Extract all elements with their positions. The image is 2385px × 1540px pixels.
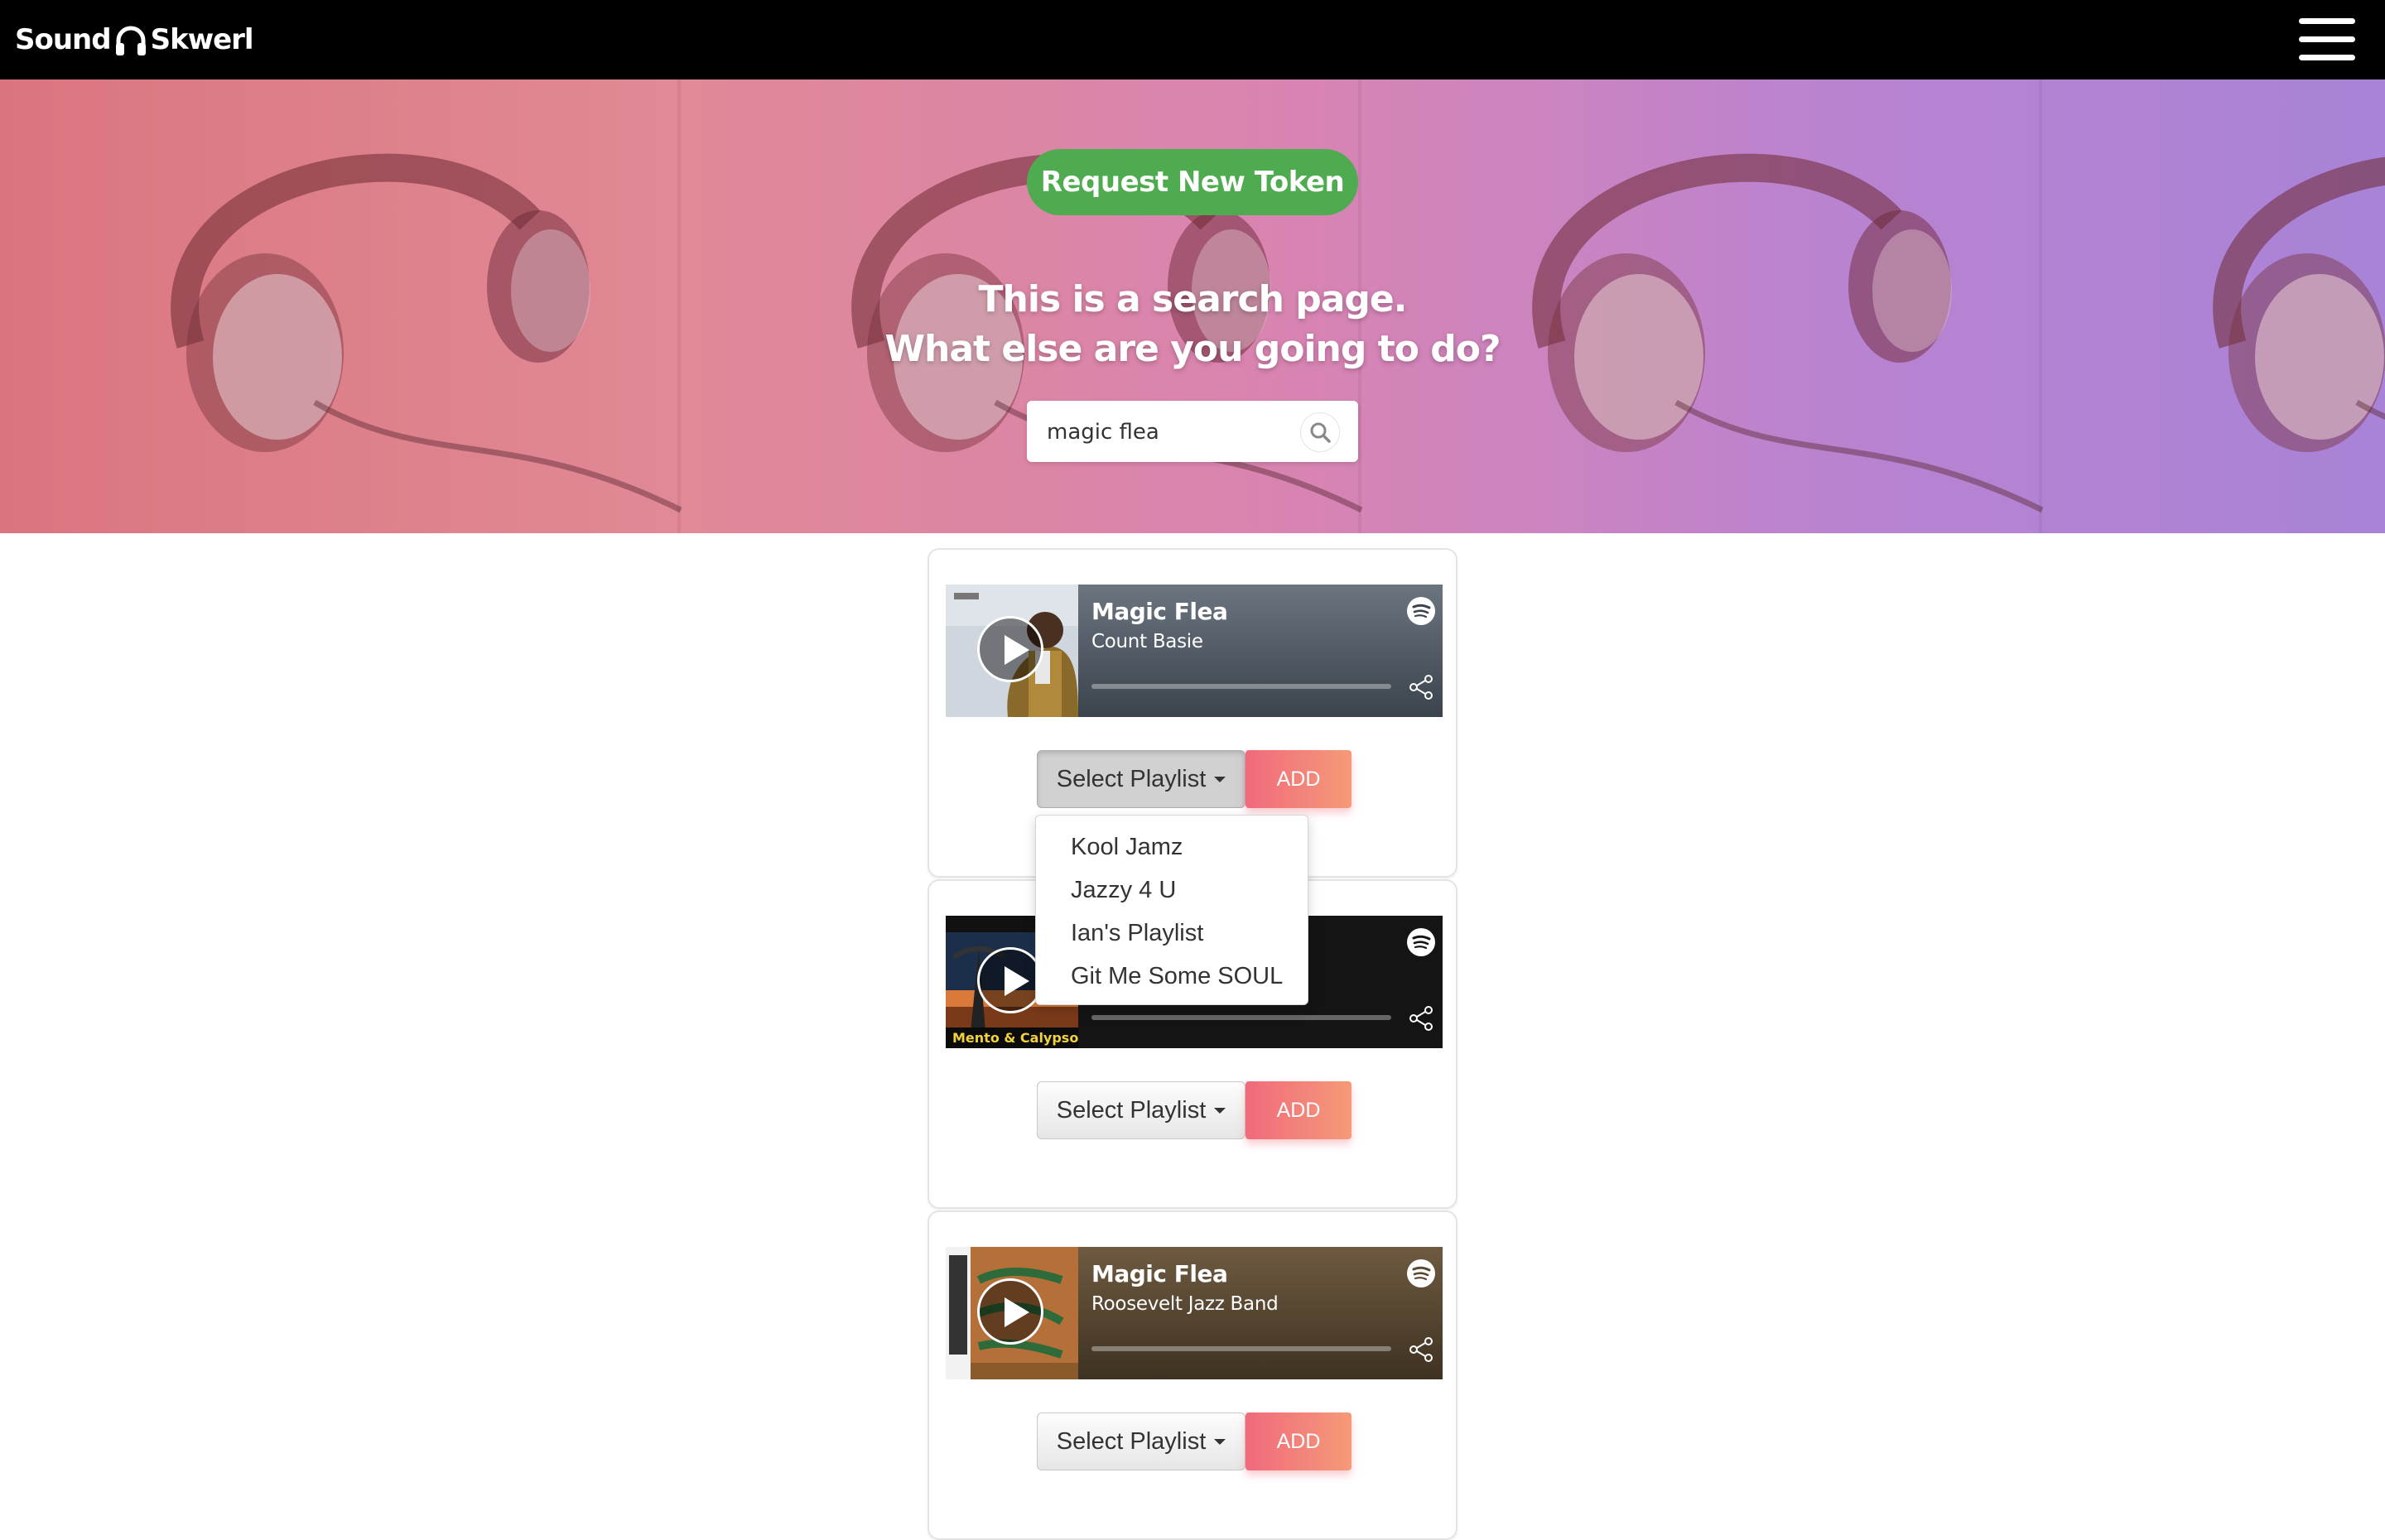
spotify-player: Magic Flea Roosevelt Jazz Band	[946, 1247, 1443, 1379]
search-input[interactable]	[1045, 412, 1297, 452]
select-playlist-label: Select Playlist	[1056, 765, 1207, 792]
brand-logo[interactable]: Sound Skwerl	[15, 17, 254, 63]
spotify-icon[interactable]	[1406, 596, 1436, 626]
progress-bar[interactable]	[1091, 1015, 1391, 1020]
track-info-panel: Magic Flea Count Basie	[1078, 585, 1443, 717]
play-button[interactable]	[977, 947, 1043, 1013]
caret-down-icon	[1214, 776, 1226, 782]
share-icon[interactable]	[1408, 1005, 1434, 1032]
track-info-panel: Magic Flea Roosevelt Jazz Band	[1078, 1247, 1443, 1379]
hamburger-menu-icon[interactable]	[2296, 17, 2358, 63]
playlist-option[interactable]: Git Me Some SOUL	[1036, 955, 1308, 998]
album-art-text: Mento & Calypso	[952, 1030, 1078, 1046]
brand-name-right: Skwerl	[150, 23, 254, 56]
spotify-icon[interactable]	[1406, 927, 1436, 957]
add-button[interactable]: ADD	[1246, 1081, 1352, 1139]
spotify-icon[interactable]	[1406, 1258, 1436, 1288]
search-icon[interactable]	[1300, 412, 1340, 452]
search-box	[1027, 401, 1358, 462]
play-button[interactable]	[977, 1278, 1043, 1345]
playlist-dropdown-menu: Kool Jamz Jazzy 4 U Ian's Playlist Git M…	[1035, 815, 1308, 1005]
track-artist: Count Basie	[1091, 631, 1203, 652]
play-button[interactable]	[977, 616, 1043, 682]
track-title: Magic Flea	[1091, 598, 1228, 625]
request-new-token-button[interactable]: Request New Token	[1027, 149, 1358, 215]
result-card: Magic Flea Roosevelt Jazz Band Select Pl…	[928, 1210, 1458, 1540]
progress-bar[interactable]	[1091, 684, 1391, 689]
brand-name-left: Sound	[15, 23, 112, 56]
add-button[interactable]: ADD	[1246, 1412, 1352, 1470]
caret-down-icon	[1214, 1438, 1226, 1445]
hero-heading-line-1: This is a search page.	[978, 278, 1408, 320]
track-artist: Roosevelt Jazz Band	[1091, 1293, 1279, 1315]
spotify-player: Magic Flea Count Basie	[946, 585, 1443, 717]
select-playlist-label: Select Playlist	[1056, 1096, 1207, 1124]
select-playlist-dropdown[interactable]: Select Playlist	[1037, 750, 1246, 808]
select-playlist-dropdown[interactable]: Select Playlist	[1037, 1081, 1246, 1139]
playlist-option[interactable]: Kool Jamz	[1036, 825, 1308, 869]
add-button[interactable]: ADD	[1246, 750, 1352, 808]
share-icon[interactable]	[1408, 674, 1434, 700]
share-icon[interactable]	[1408, 1336, 1434, 1363]
select-playlist-label: Select Playlist	[1056, 1427, 1207, 1455]
caret-down-icon	[1214, 1107, 1226, 1114]
select-playlist-dropdown[interactable]: Select Playlist	[1037, 1412, 1246, 1470]
progress-bar[interactable]	[1091, 1346, 1391, 1351]
hero-heading: This is a search page. What else are you…	[696, 275, 1689, 374]
playlist-option[interactable]: Ian's Playlist	[1036, 912, 1308, 955]
playlist-option[interactable]: Jazzy 4 U	[1036, 869, 1308, 912]
top-navbar: Sound Skwerl	[0, 0, 2385, 79]
track-title: Magic Flea	[1091, 1260, 1228, 1287]
hero-banner: Request New Token This is a search page.…	[0, 79, 2385, 533]
headphones-icon	[115, 26, 146, 55]
hero-heading-line-2: What else are you going to do?	[884, 328, 1501, 370]
